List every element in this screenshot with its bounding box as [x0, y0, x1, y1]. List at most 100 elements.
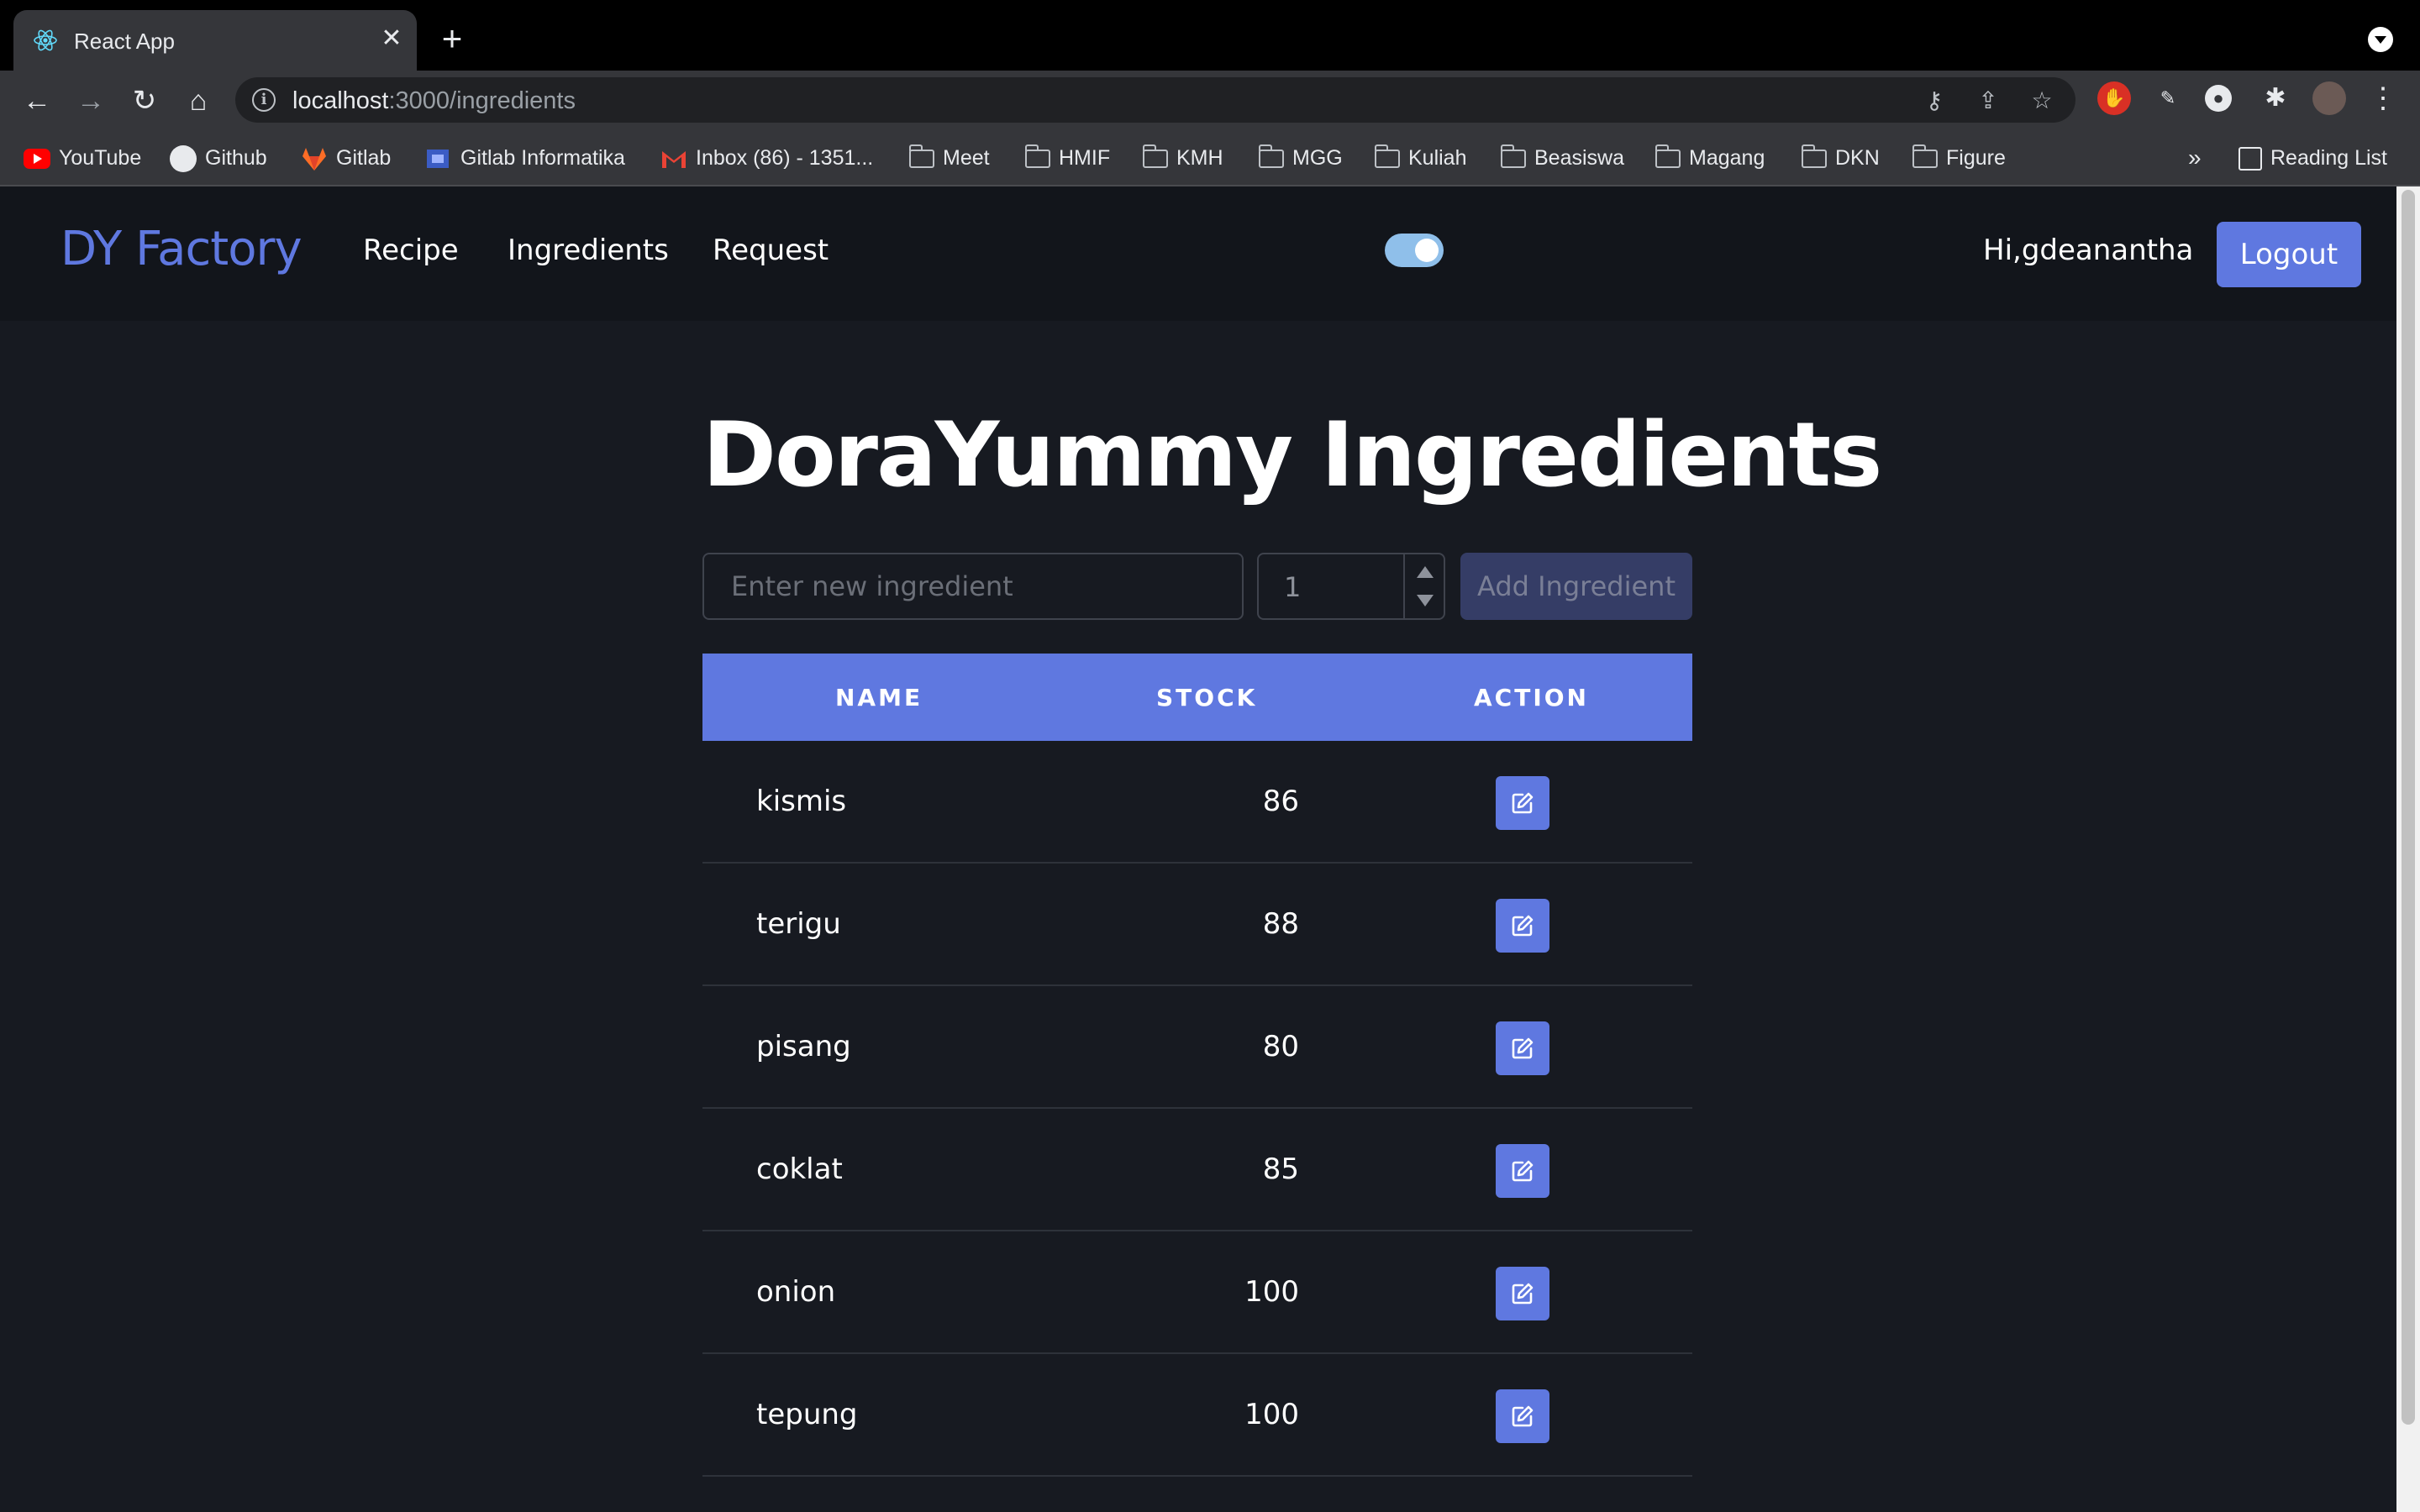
bookmark-label: Github: [205, 146, 267, 170]
github-icon: [170, 145, 197, 173]
more-bookmarks-icon[interactable]: »: [2188, 143, 2202, 173]
reload-icon[interactable]: ↻: [126, 82, 163, 119]
nav-link-request[interactable]: Request: [713, 234, 829, 267]
bookmark-gitlab-informatika[interactable]: Gitlab Informatika: [425, 143, 625, 173]
edit-button[interactable]: [1496, 899, 1549, 953]
home-icon[interactable]: ⌂: [180, 82, 217, 119]
browser-toolbar: ← → ↻ ⌂ i localhost:3000/ingredients ⚷ ⇪…: [0, 71, 2420, 129]
nav-link-recipe[interactable]: Recipe: [363, 234, 459, 267]
bookmark-gmail[interactable]: Inbox (86) - 1351...: [660, 143, 873, 173]
page-scrollbar[interactable]: [2396, 186, 2420, 1512]
bookmark-youtube[interactable]: YouTube: [24, 143, 141, 173]
share-icon[interactable]: ⇪: [1973, 86, 2003, 116]
bookmark-github[interactable]: Github: [170, 143, 267, 173]
bookmark-label: Figure: [1946, 146, 2006, 170]
edit-button[interactable]: [1496, 1267, 1549, 1320]
ingredient-name: terigu: [756, 907, 841, 941]
bookmark-folder-kmh[interactable]: KMH: [1143, 143, 1223, 173]
bookmark-label: Magang: [1689, 146, 1765, 170]
folder-icon: [1259, 144, 1284, 169]
profile-avatar[interactable]: [2312, 81, 2346, 115]
table-row: coklat 85: [702, 1109, 1692, 1231]
forward-icon[interactable]: →: [72, 82, 109, 119]
table-row: tepung 100: [702, 1354, 1692, 1477]
url-host: localhost: [292, 87, 389, 114]
edit-icon: [1512, 915, 1534, 937]
bookmark-folder-dkn[interactable]: DKN: [1802, 143, 1880, 173]
extension-icon[interactable]: ●: [2205, 85, 2232, 112]
bookmark-folder-hmif[interactable]: HMIF: [1025, 143, 1110, 173]
bookmark-label: DKN: [1835, 146, 1880, 170]
reading-list-icon: [2238, 147, 2262, 171]
brand-logo[interactable]: DY Factory: [60, 222, 302, 276]
bookmark-gitlab[interactable]: Gitlab: [301, 143, 391, 173]
bookmark-label: HMIF: [1059, 146, 1111, 170]
spin-up-icon[interactable]: [1417, 566, 1434, 578]
new-tab-button[interactable]: +: [435, 21, 469, 56]
bookmark-label: Gitlab Informatika: [460, 146, 625, 170]
nav-link-ingredients[interactable]: Ingredients: [508, 234, 669, 267]
bookmark-label: Gitlab: [336, 146, 392, 170]
bookmark-folder-magang[interactable]: Magang: [1655, 143, 1765, 173]
quantity-stepper[interactable]: 1: [1257, 553, 1445, 620]
ingredient-name: kismis: [756, 785, 847, 818]
ingredients-table: NAME STOCK ACTION kismis 86 terigu 88 pisang…: [702, 654, 1692, 1477]
reading-list-button[interactable]: Reading List: [2238, 143, 2387, 173]
address-bar[interactable]: i localhost:3000/ingredients ⚷ ⇪ ☆: [235, 77, 2075, 123]
ingredient-name-input[interactable]: [702, 553, 1244, 620]
ingredient-name: coklat: [756, 1152, 843, 1186]
tab-title: React App: [74, 29, 175, 54]
url-path: :3000/ingredients: [388, 87, 576, 114]
bookmark-star-icon[interactable]: ☆: [2027, 86, 2057, 116]
edit-button[interactable]: [1496, 1389, 1549, 1443]
page-viewport: DY Factory Recipe Ingredients Request Hi…: [0, 186, 2396, 1512]
toggle-knob: [1415, 239, 1439, 262]
bookmark-folder-figure[interactable]: Figure: [1912, 143, 2006, 173]
ingredient-stock: 85: [1262, 1152, 1299, 1186]
add-ingredient-button[interactable]: Add Ingredient: [1460, 553, 1692, 620]
edit-icon: [1512, 1037, 1534, 1059]
bookmark-label: KMH: [1176, 146, 1223, 170]
table-header: NAME STOCK ACTION: [702, 654, 1692, 741]
close-tab-icon[interactable]: ✕: [375, 22, 408, 55]
pen-extension-icon[interactable]: ✎: [2151, 81, 2185, 115]
logout-button[interactable]: Logout: [2217, 222, 2361, 287]
menu-kebab-icon[interactable]: ⋮: [2366, 81, 2400, 115]
bookmark-folder-mgg[interactable]: MGG: [1259, 143, 1343, 173]
browser-tab[interactable]: React App ✕: [13, 10, 417, 71]
react-icon: [34, 29, 57, 51]
folder-icon: [1912, 144, 1938, 169]
scrollbar-thumb[interactable]: [2402, 190, 2415, 1425]
bookmark-label: MGG: [1292, 146, 1343, 170]
bookmark-folder-meet[interactable]: Meet: [909, 143, 990, 173]
theme-toggle[interactable]: [1385, 234, 1444, 267]
tab-search-icon[interactable]: [2368, 27, 2393, 52]
edit-button[interactable]: [1496, 1144, 1549, 1198]
ingredient-name: onion: [756, 1275, 836, 1309]
site-info-icon[interactable]: i: [252, 88, 276, 112]
ingredient-stock: 86: [1262, 785, 1299, 818]
ingredient-stock: 80: [1262, 1030, 1299, 1063]
puzzle-icon[interactable]: ✱: [2259, 81, 2292, 115]
table-row: terigu 88: [702, 864, 1692, 986]
bookmark-folder-beasiswa[interactable]: Beasiswa: [1501, 143, 1624, 173]
gitlab-icon: [302, 148, 326, 171]
bookmark-folder-kuliah[interactable]: Kuliah: [1375, 143, 1467, 173]
edit-icon: [1512, 1160, 1534, 1182]
spin-down-icon[interactable]: [1417, 595, 1434, 606]
folder-icon: [1143, 144, 1168, 169]
edit-icon: [1512, 1283, 1534, 1305]
adblock-extension-icon[interactable]: ✋: [2097, 81, 2131, 115]
edit-button[interactable]: [1496, 776, 1549, 830]
folder-icon: [1025, 144, 1050, 169]
column-header-action: ACTION: [1474, 684, 1589, 711]
edit-button[interactable]: [1496, 1021, 1549, 1075]
folder-icon: [909, 144, 934, 169]
bookmark-label: Beasiswa: [1534, 146, 1624, 170]
bookmark-label: Meet: [943, 146, 990, 170]
bookmarks-bar: YouTube Github Gitlab Gitlab Informatika…: [0, 129, 2420, 186]
key-icon[interactable]: ⚷: [1919, 86, 1949, 116]
user-greeting: Hi,gdeanantha: [1983, 234, 2194, 267]
quantity-value: 1: [1284, 571, 1302, 603]
back-icon[interactable]: ←: [18, 82, 55, 119]
